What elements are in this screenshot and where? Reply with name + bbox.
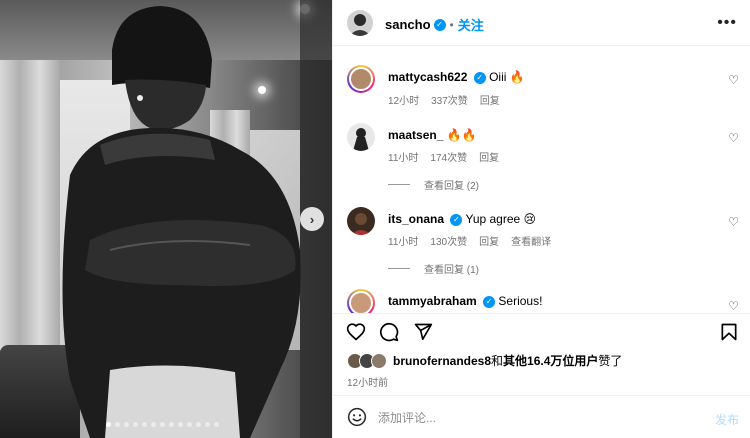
commenter-avatar[interactable]	[347, 289, 375, 313]
bookmark-icon[interactable]	[719, 322, 739, 342]
likes-others[interactable]: 其他16.4万位用户	[503, 352, 598, 369]
likes-joiner: 和	[491, 354, 504, 368]
view-replies-label: 查看回复 (2)	[424, 181, 479, 192]
comment-reply-button[interactable]: 回复	[480, 92, 500, 107]
comment-composer: 发布	[333, 395, 750, 438]
commenter-avatar[interactable]	[347, 65, 375, 93]
post-comment-button[interactable]: 发布	[715, 411, 739, 428]
comment-likes[interactable]: 174次赞	[430, 149, 467, 164]
commenter-avatar[interactable]	[347, 123, 375, 151]
emoji-icon[interactable]	[347, 407, 367, 427]
carousel-dot	[187, 422, 192, 427]
follow-button[interactable]: 关注	[458, 15, 484, 34]
post-photo[interactable]: ›	[0, 0, 332, 438]
liker-username[interactable]: brunofernandes8	[393, 354, 491, 368]
likers-avatars	[347, 352, 387, 369]
verified-icon: ✓	[450, 213, 463, 226]
comment-reply-button[interactable]: 回复	[479, 149, 499, 164]
comment-time: 11小时	[388, 237, 419, 248]
carousel-dot	[133, 422, 138, 427]
comment-time: 12小时	[388, 96, 420, 107]
comment-content: mattycash622 ✓ Oiii 🔥	[388, 70, 525, 84]
comment-username[interactable]: maatsen_	[388, 128, 443, 142]
carousel-dot	[178, 422, 183, 427]
heart-icon[interactable]: ♡	[728, 73, 739, 87]
likes-suffix: 赞了	[598, 354, 623, 368]
view-replies-button[interactable]: 查看回复 (1)	[388, 261, 479, 276]
comment-meta: 11小时 174次赞 回复	[388, 149, 499, 164]
heart-icon[interactable]: ♡	[728, 131, 739, 145]
comment-reply-button[interactable]: 回复	[479, 233, 499, 248]
replies-divider	[388, 184, 410, 185]
view-replies-button[interactable]: 查看回复 (2)	[388, 177, 479, 192]
carousel-dot	[106, 422, 111, 427]
comment-translate-button[interactable]: 查看翻译	[511, 233, 551, 248]
comment-time: 11小时	[388, 153, 419, 164]
heart-icon[interactable]: ♡	[728, 299, 739, 313]
carousel-dot	[124, 422, 129, 427]
post-panel: sancho ✓ • 关注 ••• mattycash622 ✓ Oiii 🔥 …	[332, 0, 750, 438]
post-time[interactable]: 12小时前	[347, 374, 388, 389]
likes-summary[interactable]: brunofernandes8 和 其他16.4万位用户 赞了	[347, 352, 622, 369]
comment-meta: 12小时 337次赞 回复	[388, 92, 500, 107]
share-icon[interactable]	[413, 322, 433, 342]
comment-text: Oiii 🔥	[489, 70, 525, 84]
view-replies-label: 查看回复 (1)	[424, 265, 479, 276]
comment-text: 🔥🔥	[446, 128, 477, 142]
verified-icon: ✓	[483, 295, 496, 308]
more-icon[interactable]: •••	[717, 14, 737, 32]
carousel-next-button[interactable]: ›	[300, 207, 324, 231]
author-avatar[interactable]	[347, 10, 373, 36]
photo-person	[62, 0, 332, 438]
comment-content: its_onana ✓ Yup agree 😢	[388, 212, 536, 226]
comment-text: Yup agree 😢	[465, 212, 537, 226]
carousel-dot	[169, 422, 174, 427]
comment-text: Serious!	[498, 294, 543, 308]
post-header: sancho ✓ • 关注 •••	[333, 0, 750, 46]
comment-username[interactable]: mattycash622	[388, 70, 467, 84]
heart-icon[interactable]: ♡	[728, 215, 739, 229]
comment-likes[interactable]: 337次赞	[431, 92, 468, 107]
author-username[interactable]: sancho	[385, 17, 431, 32]
carousel-dot	[160, 422, 165, 427]
carousel-dot	[142, 422, 147, 427]
carousel-dot	[151, 422, 156, 427]
comment-username[interactable]: tammyabraham	[388, 294, 477, 308]
comments-list[interactable]: mattycash622 ✓ Oiii 🔥 12小时 337次赞 回复 ♡ ma…	[333, 47, 750, 313]
carousel-dot	[115, 422, 120, 427]
carousel-dot	[214, 422, 219, 427]
post-actions	[333, 313, 750, 347]
comment-likes[interactable]: 130次赞	[430, 233, 467, 248]
comment-icon[interactable]	[379, 322, 399, 342]
comment-content: tammyabraham ✓ Serious!	[388, 294, 542, 308]
comment-meta: 11小时 130次赞 回复 查看翻译	[388, 233, 551, 248]
carousel-dot	[196, 422, 201, 427]
carousel-dot	[205, 422, 210, 427]
comment-username[interactable]: its_onana	[388, 212, 444, 226]
chevron-right-icon: ›	[309, 211, 315, 227]
comment-input[interactable]	[378, 408, 678, 428]
verified-icon: ✓	[433, 18, 446, 31]
carousel-dots	[106, 422, 219, 427]
commenter-avatar[interactable]	[347, 207, 375, 235]
comment-content: maatsen_ 🔥🔥	[388, 128, 477, 142]
verified-icon: ✓	[473, 71, 486, 84]
replies-divider	[388, 268, 410, 269]
heart-icon[interactable]	[346, 322, 366, 342]
separator-dot: •	[449, 17, 454, 32]
